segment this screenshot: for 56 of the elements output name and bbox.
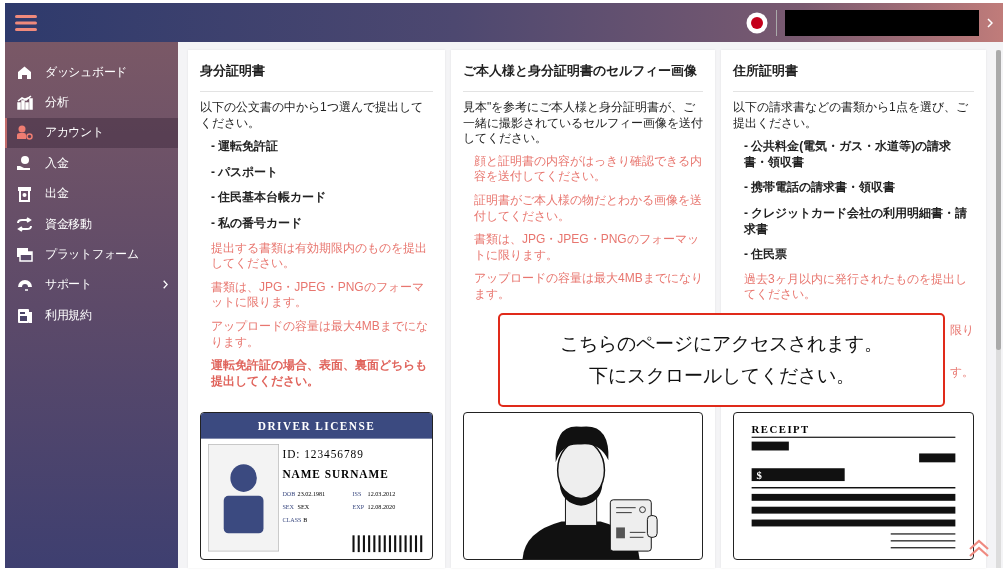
document-item: - 公共料金(電気・ガス・水道等)の請求書・領収書 xyxy=(744,139,953,171)
intro-text: 見本"を参考にご本人様と身分証明書が、ご一緒に撮影されているセルフィー画像を送付してください。 xyxy=(463,100,703,147)
person-silhouette-icon xyxy=(223,464,264,534)
notice-text: 下にスクロールしてください。 xyxy=(588,364,855,388)
arrows-exchange-icon xyxy=(16,215,33,233)
card-title: 住所証明書 xyxy=(733,50,974,92)
scroll-top-icon[interactable] xyxy=(968,538,990,558)
document-item: - クレジットカード会社の利用明細書・請求書 xyxy=(744,205,969,238)
intro-text: 以下の請求書などの書類から1点を選び、ご提出ください。 xyxy=(733,100,969,132)
dollar-sign: $ xyxy=(756,469,762,482)
windows-icon xyxy=(16,246,33,264)
sidebar-item[interactable]: アカウント xyxy=(5,117,178,149)
sidebar-item[interactable]: 利用規約 xyxy=(5,300,178,331)
sidebar-item[interactable]: 資金移動 xyxy=(5,208,178,240)
hand-coin-icon xyxy=(16,154,33,172)
document-item: - 住民票 xyxy=(744,247,789,263)
card-title: ご本人様と身分証明書のセルフィー画像 xyxy=(463,50,703,92)
atm-icon xyxy=(16,185,33,203)
note-text: 書類は、JPG・JPEG・PNGのフォーマットに限ります。 xyxy=(211,279,425,311)
notice-text: こちらのページにアクセスされます。 xyxy=(560,332,883,356)
chevron-right-icon[interactable] xyxy=(987,17,993,28)
barcode-icon xyxy=(352,535,423,553)
document-item: - 私の番号カード xyxy=(211,215,304,232)
intro-text: 以下の公文書の中から1つ選んで提出してください。 xyxy=(200,100,424,132)
sidebar-item[interactable]: サポート xyxy=(5,269,178,301)
sidebar-item[interactable]: 入金 xyxy=(5,148,178,179)
receipt-title: RECEIPT xyxy=(751,422,810,435)
note-text: 運転免許証の場合、表面、裏面どちらも提出してください。 xyxy=(211,358,428,390)
chevron-right-icon xyxy=(163,280,168,290)
holder-name: NAME SURNAME xyxy=(282,467,389,482)
note-text: 過去3ヶ月以内に発行されたものを提出してください。 xyxy=(744,271,968,303)
license-title: DRIVER LICENSE xyxy=(257,419,376,433)
document-item: - 運転免許証 xyxy=(211,139,280,155)
user-gear-icon xyxy=(16,124,33,142)
note-text: アップロードの容量は最大4MBまでになります。 xyxy=(211,318,429,351)
document-item: - パスポート xyxy=(211,164,280,181)
document-item: - 住民基本台帳カード xyxy=(211,190,328,206)
sidebar-item[interactable]: プラットフォーム xyxy=(5,239,178,270)
flag-icon[interactable] xyxy=(746,11,768,34)
sidebar-item[interactable]: 分析 xyxy=(5,87,178,118)
card-title: 身分証明書 xyxy=(200,50,433,92)
note-text: 証明書がご本人様の物だとわかる画像を送付してください。 xyxy=(474,192,703,225)
note-text: アップロードの容量は最大4MBまでになります。 xyxy=(474,271,703,303)
chart-icon xyxy=(16,94,33,112)
sidebar-item[interactable]: ダッシュボード xyxy=(5,57,178,88)
note-text: す。 xyxy=(950,364,974,381)
sidebar-item[interactable]: 出金 xyxy=(5,178,178,209)
id-number: ID: 123456789 xyxy=(282,448,364,462)
document-item: - 携帯電話の請求書・領収書 xyxy=(744,180,897,196)
menu-icon[interactable] xyxy=(15,14,37,31)
note-text: 提出する書類は有効期限内のものを提出してください。 xyxy=(211,240,428,272)
document-icon xyxy=(16,306,33,324)
note-text: 書類は、JPG・JPEG・PNGのフォーマットに限ります。 xyxy=(474,232,700,264)
scrollbar[interactable] xyxy=(996,50,1001,568)
note-text: 顔と証明書の内容がはっきり確認できる内容を送付してください。 xyxy=(474,153,703,185)
note-text: 限り xyxy=(950,322,974,339)
